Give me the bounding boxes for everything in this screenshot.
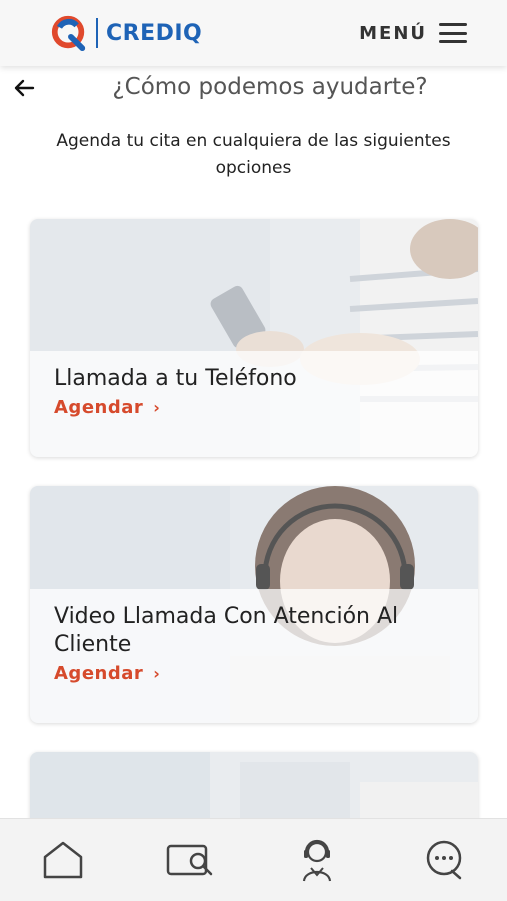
card-caption: Video Llamada Con Atención Al Cliente Ag… [30,589,478,723]
app-header: CREDIQ MENÚ [0,0,507,66]
chat-bubble-icon [426,840,461,880]
page-title: ¿Cómo podemos ayudarte? [112,74,428,100]
menu-label: MENÚ [359,22,427,44]
card-search-icon [166,844,213,876]
chevron-right-icon: › [153,398,161,417]
bottom-navigation [0,818,507,901]
nav-home[interactable] [35,832,91,888]
schedule-label: Agendar [54,397,144,418]
brand-logo[interactable]: CREDIQ [50,14,202,52]
schedule-link[interactable]: Agendar › [54,663,454,684]
card-title: Video Llamada Con Atención Al Cliente [54,604,399,657]
nav-chat[interactable] [416,832,472,888]
chevron-right-icon: › [153,664,161,683]
logo-divider [96,18,98,48]
hamburger-icon [439,23,467,43]
brand-name: CREDIQ [106,20,203,46]
menu-button[interactable]: MENÚ [359,23,467,44]
page-subtitle: Agenda tu cita en cualquiera de las sigu… [56,131,451,178]
card-title: Llamada a tu Teléfono [54,366,297,391]
home-icon [44,841,83,879]
crediq-logo-icon [51,15,86,52]
video-call-card[interactable]: Video Llamada Con Atención Al Cliente Ag… [30,486,478,723]
schedule-link[interactable]: Agendar › [54,397,454,418]
agent-headset-icon [302,839,331,882]
card-caption: Llamada a tu Teléfono Agendar › [30,351,478,457]
schedule-label: Agendar [54,663,144,684]
nav-card-search[interactable] [162,832,218,888]
nav-agent[interactable] [289,832,345,888]
back-arrow-icon[interactable] [12,75,36,101]
phone-call-card[interactable]: Llamada a tu Teléfono Agendar › [30,219,478,457]
